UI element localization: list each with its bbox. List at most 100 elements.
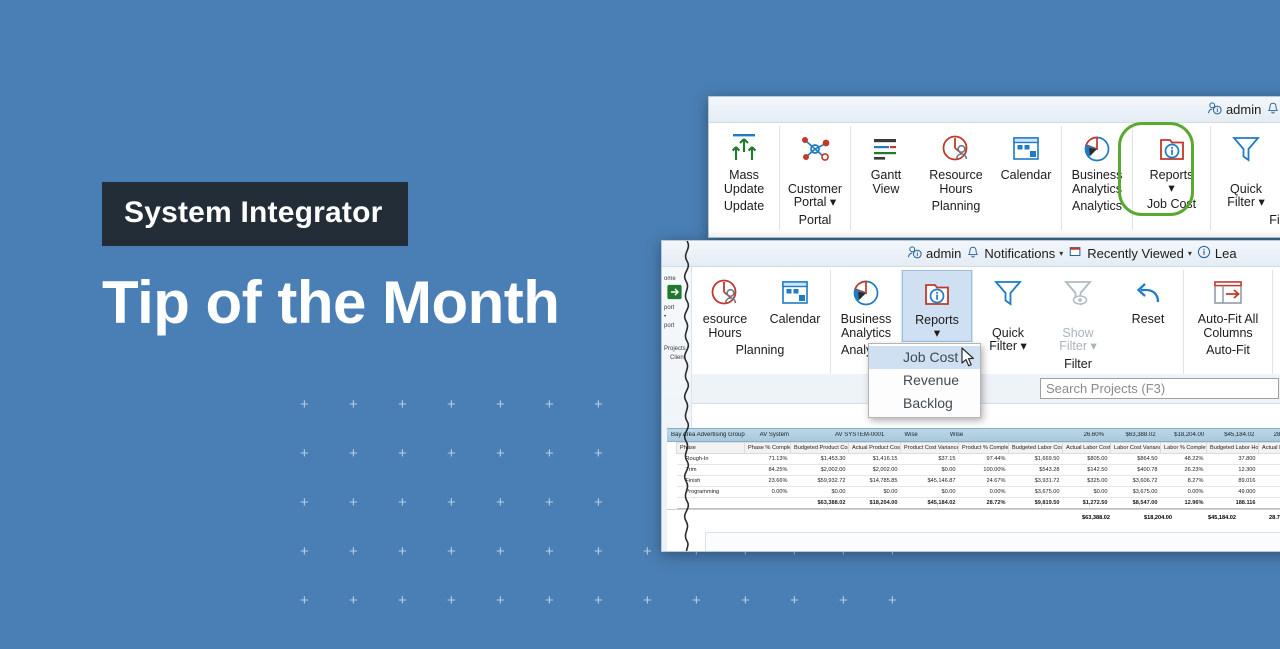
table-row[interactable]: Rough-In 71.13% $1,453.30 $1,416.15 $37.… [676,453,1280,465]
table-body: Rough-In 71.13% $1,453.30 $1,416.15 $37.… [676,453,1280,509]
plus-mark: + [839,592,848,609]
front-topbar-item-admin[interactable]: admin [907,245,961,263]
cell-act-hours: 35.000 [1258,453,1280,465]
resource-hours-button[interactable]: Resource Hours [921,126,991,198]
cell-prod-var: $0.00 [900,486,959,498]
col-header-7[interactable]: Actual Labor Cost [1062,442,1111,454]
plus-mark: + [790,592,799,609]
front-reports-caret-icon[interactable]: ▾ [934,326,940,339]
table-header-row: Phase Phase % Complete Budgeted Product … [676,442,1280,454]
front-reports-button[interactable]: Reports ▾ [902,270,972,342]
menu-item-revenue[interactable]: Revenue [869,369,980,392]
back-topbar-item-1[interactable]: No [1266,101,1280,119]
front-topbar-item-learn[interactable]: Lea [1197,245,1237,262]
page-title: Tip of the Month [102,269,560,336]
cell-budg-hours: 12.300 [1206,464,1259,476]
reports-icon [917,274,957,314]
front-ribbon-group-refresh-label: Refresh [1273,329,1280,347]
col-header-6[interactable]: Budgeted Labor Cost [1008,442,1063,454]
col-header-2[interactable]: Budgeted Product Cost [790,442,849,454]
front-ribbon-group-auto-fit-label: Auto-Fit [1206,343,1250,357]
chevron-down-icon[interactable]: ▾ [1059,249,1063,258]
group-row-budgeted: $63,388.02 [1125,432,1156,438]
chevron-down-icon[interactable]: ▾ [1188,249,1192,258]
app-window-back[interactable]: admin No [708,96,1280,238]
reports-caret-icon[interactable]: ▾ [1168,181,1174,194]
back-topbar-item-0[interactable]: admin [1207,101,1261,119]
front-show-filter-button[interactable]: Show Filter ▾ [1043,270,1113,356]
gantt-view-icon [866,129,906,169]
auto-fit-columns-button[interactable]: Auto-Fit All Columns [1184,270,1272,342]
plus-mark: + [545,494,554,511]
grid-group-row[interactable]: Bay Area Advertising Group AV System AV … [667,428,1280,442]
refresh-button[interactable]: Refresh [1273,270,1280,329]
col-header-8[interactable]: Labor Cost Variance [1110,442,1161,454]
front-business-analytics-button[interactable]: Business Analytics [831,270,901,342]
ribbon-group-planning-label: Planning [931,199,981,213]
reports-button[interactable]: Reports ▾ [1133,126,1210,196]
plus-mark: + [888,592,897,609]
front-calendar-button[interactable]: Calendar [760,270,830,329]
mass-update-icon [724,129,764,169]
table-row[interactable]: Programming 0.00% $0.00 $0.00 $0.00 0.00… [676,486,1280,498]
bottom-detail-pane [705,532,1280,551]
mass-update-button[interactable]: Mass Update [709,126,779,198]
total-cell-2: $63,388.02 [790,497,849,509]
ribbon-group-analytics: Business Analytics Analytics [1062,126,1133,230]
table-row[interactable]: Trim 84.25% $2,002.00 $2,002.00 $0.00 10… [676,464,1280,476]
col-header-11[interactable]: Actual Labor Hours [1258,442,1280,454]
col-header-10[interactable]: Budgeted Labor Hours [1206,442,1259,454]
cell-budg-labor: $543.28 [1008,464,1063,476]
calendar-button[interactable]: Calendar [991,126,1061,185]
cell-budg-hours: 89.016 [1206,475,1259,487]
plus-mark: + [496,494,505,511]
ribbon-group-filter: QuickFilter ▾ ShoFilt Fil [1211,126,1280,230]
front-reset-button[interactable]: Reset [1113,270,1183,329]
search-input[interactable]: Search Projects (F3) [1040,377,1279,399]
banner-label: System Integrator [124,196,383,229]
plus-mark: + [545,396,554,413]
customer-portal-icon [795,129,835,169]
plus-mark: + [398,494,407,511]
menu-item-backlog[interactable]: Backlog [869,392,980,415]
plus-mark: + [594,592,603,609]
phase-table[interactable]: Phase Phase % Complete Budgeted Product … [676,442,1280,509]
cell-budg-prod: $0.00 [790,486,849,498]
cell-act-prod: $2,002.00 [848,464,901,476]
front-quick-filter-button[interactable]: Quick Filter ▾ [973,270,1043,356]
quick-filter-button[interactable]: Quick Filter ▾ [1211,126,1280,212]
front-ribbon-group-filter: Quick Filter ▾ Show Filter ▾ Reset Filte… [973,270,1184,374]
front-topbar-item-recently-viewed[interactable]: Recently Viewed ▾ [1068,245,1192,262]
group-row-variance: $45,184.02 [1224,432,1255,438]
plus-mark: + [447,494,456,511]
group-row-number: AV SYSTEM-0001 [834,432,885,438]
cell-phase-pct: 0.00% [744,486,791,498]
total-cell-3: $18,204.00 [848,497,901,509]
col-header-4[interactable]: Product Cost Variance [900,442,959,454]
plus-mark: + [398,445,407,462]
cell-budg-prod: $1,453.30 [790,453,849,465]
front-resource-hours-button[interactable]: esource Hours [690,270,760,342]
cell-act-prod: $1,416.15 [848,453,901,465]
col-header-9[interactable]: Labor % Complete [1160,442,1207,454]
cell-phase-pct: 84.25% [744,464,791,476]
front-show-filter-label: Show Filter ▾ [1059,325,1097,353]
col-header-1[interactable]: Phase % Complete [744,442,791,454]
front-ribbon-group-planning-label: Planning [735,343,785,357]
cell-act-prod: $0.00 [848,486,901,498]
cell-labor-pct: 48.22% [1160,453,1207,465]
plus-mark: + [398,592,407,609]
col-header-5[interactable]: Product % Complete [958,442,1009,454]
customer-portal-button[interactable]: Customer Portal ▾ [780,126,850,212]
table-row[interactable]: Finish 23.66% $59,932.72 $14,785.85 $45,… [676,475,1280,487]
gantt-view-button[interactable]: Gantt View [851,126,921,198]
col-header-3[interactable]: Actual Product Cost [848,442,901,454]
front-topbar-item-notifications[interactable]: Notifications ▾ [966,245,1063,263]
cell-budg-labor: $1,669.50 [1008,453,1063,465]
total-cell-4: $45,184.02 [900,497,959,509]
front-topbar-label-admin: admin [926,246,962,261]
business-analytics-button[interactable]: Business Analytics [1062,126,1132,198]
plus-mark: + [398,396,407,413]
recently-viewed-icon [1068,245,1083,262]
resource-hours-label: Resource Hours [929,168,983,196]
